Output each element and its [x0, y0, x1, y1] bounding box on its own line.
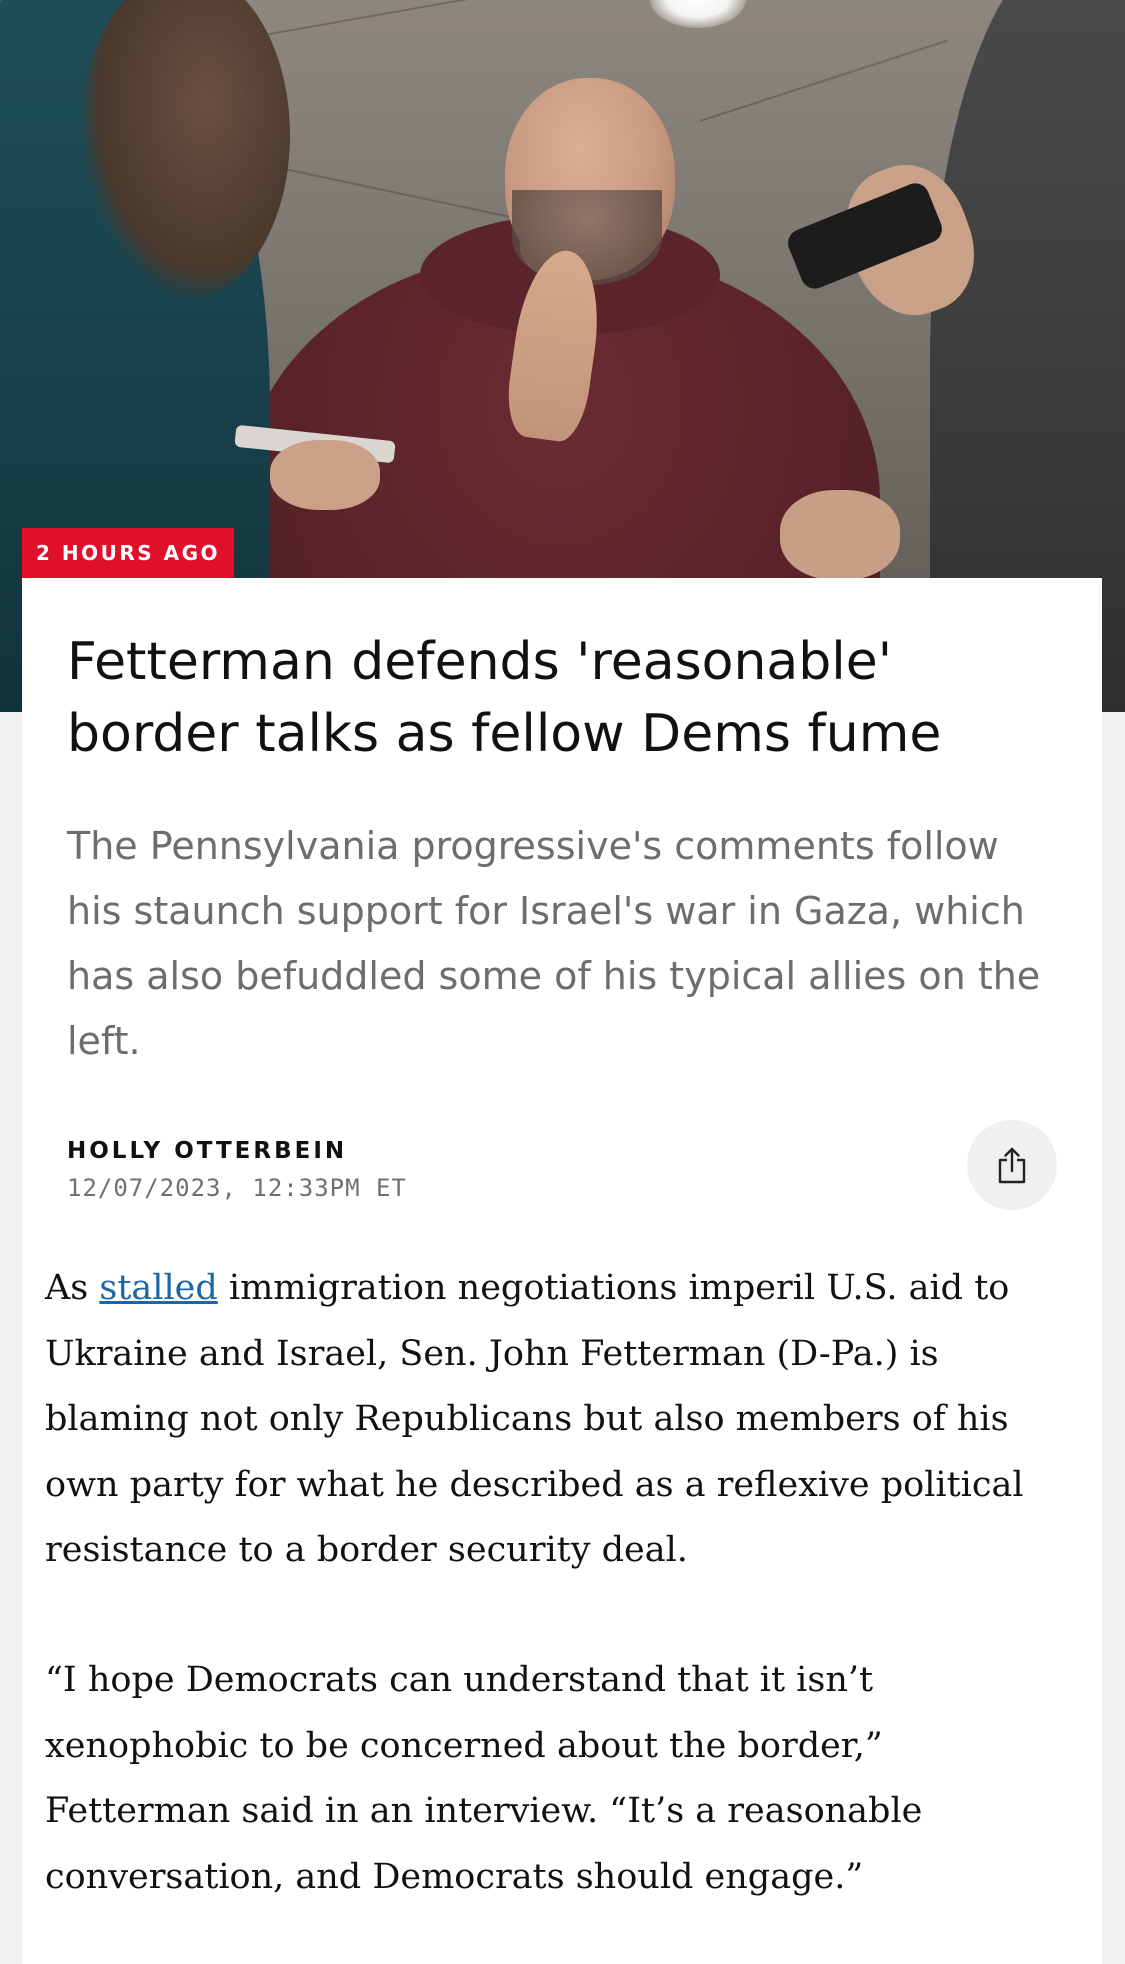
stalled-link[interactable]: stalled [99, 1268, 217, 1308]
share-icon [995, 1145, 1029, 1185]
author-name[interactable]: HOLLY OTTERBEIN [67, 1138, 347, 1164]
share-button[interactable] [967, 1120, 1057, 1210]
hand-left [270, 440, 380, 510]
timestamp-badge: 2 HOURS AGO [22, 528, 235, 578]
publish-date: 12/07/2023, 12:33PM ET [67, 1174, 407, 1202]
hand-bottom-right [780, 490, 900, 580]
ceiling-seam [229, 0, 644, 42]
paragraph-1-lead: As [45, 1268, 100, 1308]
article-dek: The Pennsylvania progressive's comments … [67, 824, 1041, 1063]
ceiling-light [650, 0, 746, 28]
article-paragraph-1: As stalled immigration negotiations impe… [45, 1256, 1045, 1584]
article-paragraph-2: “I hope Democrats can understand that it… [45, 1660, 923, 1897]
headline: Fetterman defends 'reasonable' border ta… [67, 632, 942, 764]
paragraph-1-rest: immigration negotiations imperil U.S. ai… [45, 1268, 1024, 1570]
ceiling-seam [699, 39, 948, 122]
